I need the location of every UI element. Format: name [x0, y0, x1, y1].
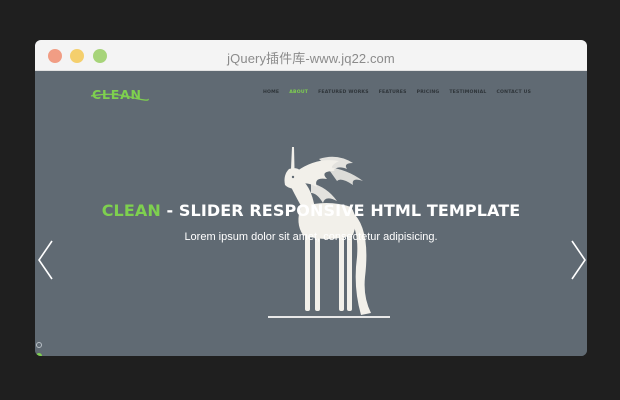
hero-subtitle: Lorem ipsum dolor sit amet, consectetur …	[184, 231, 438, 243]
window-title: jQuery插件库-www.jq22.com	[227, 51, 395, 66]
hero-title-text: - SLIDER RESPONSIVE HTML TEMPLATE	[160, 201, 521, 220]
nav-item-pricing[interactable]: PRICING	[417, 90, 440, 95]
browser-window: jQuery插件库-www.jq22.com CLEAN HOME ABOUT …	[35, 40, 587, 356]
nav-item-contact-us[interactable]: CONTACT US	[496, 90, 531, 95]
ground-line	[268, 316, 390, 318]
hero-slider: CLEAN HOME ABOUT FEATURED WORKS FEATURES…	[35, 71, 587, 356]
hero-brand: CLEAN	[101, 201, 161, 220]
hero-title: CLEAN - SLIDER RESPONSIVE HTML TEMPLATE	[35, 201, 587, 220]
slide-dot-1[interactable]	[36, 342, 42, 348]
window-titlebar: jQuery插件库-www.jq22.com	[35, 40, 587, 71]
chevron-right-icon[interactable]	[569, 240, 587, 280]
nav-item-testimonial[interactable]: TESTIMONIAL	[449, 90, 486, 95]
nav-item-about[interactable]: ABOUT	[289, 90, 308, 95]
slide-dot-2[interactable]	[36, 353, 42, 356]
nav-item-features[interactable]: FEATURES	[379, 90, 407, 95]
main-nav: HOME ABOUT FEATURED WORKS FEATURES PRICI…	[263, 90, 531, 95]
nav-item-featured-works[interactable]: FEATURED WORKS	[318, 90, 369, 95]
chevron-left-icon[interactable]	[37, 240, 55, 280]
nav-item-home[interactable]: HOME	[263, 90, 279, 95]
logo-swoosh-icon	[90, 93, 149, 101]
